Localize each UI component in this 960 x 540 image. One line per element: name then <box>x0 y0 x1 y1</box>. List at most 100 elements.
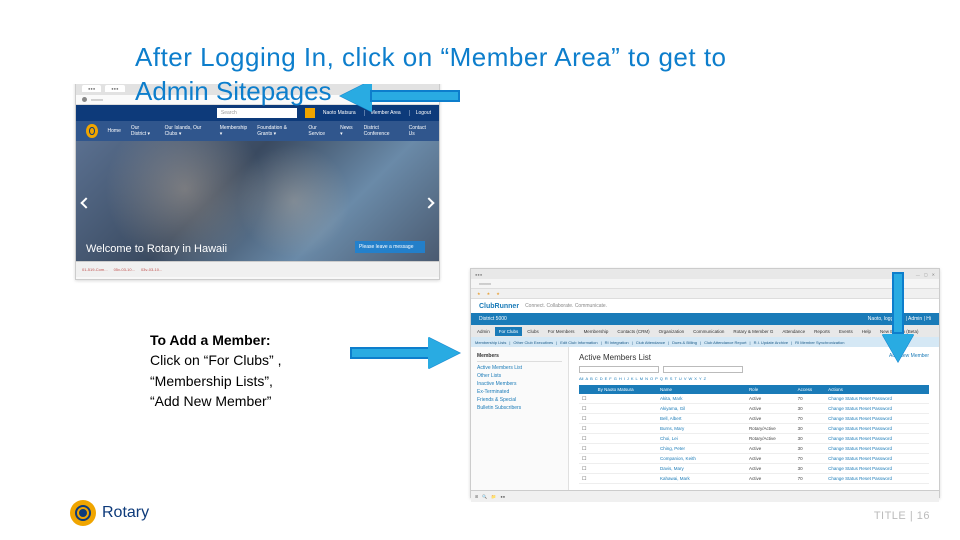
member-name[interactable]: Bell, Albert <box>657 414 719 424</box>
menu-item[interactable]: Communication <box>689 327 728 336</box>
menu-item[interactable]: Organization <box>655 327 689 336</box>
nav-item[interactable]: Our Service <box>308 125 330 137</box>
row-checkbox[interactable] <box>579 464 595 474</box>
alpha-letter[interactable]: All <box>579 376 583 381</box>
alpha-letter[interactable]: Q <box>660 376 663 381</box>
nav-item[interactable]: Foundation & Grants ▾ <box>257 125 298 137</box>
row-checkbox[interactable] <box>579 454 595 464</box>
member-name[interactable]: Kahawai, Mark <box>657 474 719 484</box>
member-name[interactable]: Akiyama, Gil <box>657 404 719 414</box>
sidebar-link[interactable]: Other Lists <box>477 373 562 379</box>
member-actions[interactable]: Change Status Reset Password <box>825 404 929 414</box>
sidebar-link[interactable]: Bulletin Subscribers <box>477 405 562 411</box>
alpha-letter[interactable]: Y <box>699 376 702 381</box>
chevron-left-icon[interactable] <box>80 197 91 208</box>
nav-item[interactable]: Contact Us <box>409 125 429 137</box>
alpha-letter[interactable]: O <box>650 376 653 381</box>
alpha-letter[interactable]: H <box>619 376 622 381</box>
alpha-letter[interactable]: W <box>688 376 692 381</box>
menu-admin[interactable]: Admin <box>473 327 494 336</box>
member-name[interactable]: Choi, Lei <box>657 434 719 444</box>
sidebar-link[interactable]: Inactive Members <box>477 381 562 387</box>
submenu-item[interactable]: Dues & Billing <box>672 340 697 345</box>
member-actions[interactable]: Change Status Reset Password <box>825 454 929 464</box>
member-actions[interactable]: Change Status Reset Password <box>825 424 929 434</box>
menu-item[interactable]: Help <box>858 327 875 336</box>
alpha-letter[interactable]: C <box>595 376 598 381</box>
row-checkbox[interactable] <box>579 404 595 414</box>
alpha-letter[interactable]: X <box>694 376 697 381</box>
alpha-letter[interactable]: L <box>636 376 638 381</box>
logout-link[interactable]: Logout <box>409 110 431 116</box>
nav-item[interactable]: District Conference <box>364 125 399 137</box>
nav-item[interactable]: Our District ▾ <box>131 125 155 137</box>
submenu-item[interactable]: Club Attendance <box>636 340 665 345</box>
submenu-item[interactable]: Club Attendance Report <box>704 340 746 345</box>
row-checkbox[interactable] <box>579 474 595 484</box>
row-checkbox[interactable] <box>579 424 595 434</box>
alpha-letter[interactable]: V <box>684 376 687 381</box>
nav-item[interactable]: Our Islands, Our Clubs ▾ <box>165 125 210 137</box>
menu-item[interactable]: Rotary & Member G <box>729 327 777 336</box>
alpha-letter[interactable]: U <box>679 376 682 381</box>
submenu-item[interactable]: Edit Club Information <box>560 340 597 345</box>
menu-item[interactable]: Clubs <box>523 327 543 336</box>
alpha-letter[interactable]: J <box>627 376 629 381</box>
member-actions[interactable]: Change Status Reset Password <box>825 434 929 444</box>
alpha-letter[interactable]: E <box>605 376 608 381</box>
search-button[interactable] <box>305 108 315 118</box>
member-actions[interactable]: Change Status Reset Password <box>825 474 929 484</box>
member-actions[interactable]: Change Status Reset Password <box>825 444 929 454</box>
search-input[interactable]: Search <box>217 108 297 118</box>
menu-for-clubs[interactable]: For Clubs <box>495 327 523 336</box>
alpha-letter[interactable]: Z <box>704 376 706 381</box>
alpha-letter[interactable]: A <box>585 376 588 381</box>
chat-widget[interactable]: Please leave a message <box>355 241 425 253</box>
alpha-letter[interactable]: I <box>624 376 625 381</box>
nav-item[interactable]: Home <box>108 128 121 134</box>
nav-item[interactable]: News ▾ <box>340 125 354 137</box>
alpha-letter[interactable]: F <box>609 376 611 381</box>
menu-item[interactable]: Reports <box>810 327 834 336</box>
submenu-item[interactable]: Membership Lists <box>475 340 506 345</box>
filter-input[interactable] <box>663 366 743 373</box>
alpha-letter[interactable]: D <box>600 376 603 381</box>
alpha-letter[interactable]: P <box>655 376 658 381</box>
alpha-letter[interactable]: G <box>614 376 617 381</box>
menu-item[interactable]: Contacts (CRM) <box>613 327 653 336</box>
menu-item[interactable]: For Members <box>544 327 579 336</box>
chevron-right-icon[interactable] <box>423 197 434 208</box>
sidebar-link[interactable]: Friends & Special <box>477 397 562 403</box>
member-actions[interactable]: Change Status Reset Password <box>825 414 929 424</box>
alpha-letter[interactable]: S <box>670 376 673 381</box>
nav-item[interactable]: Membership ▾ <box>220 125 248 137</box>
sidebar-link[interactable]: Ex-Terminated <box>477 389 562 395</box>
row-checkbox[interactable] <box>579 394 595 404</box>
member-name[interactable]: Akita, Mark <box>657 394 719 404</box>
alpha-letter[interactable]: N <box>645 376 648 381</box>
member-actions[interactable]: Change Status Reset Password <box>825 394 929 404</box>
member-name[interactable]: Companion, Keith <box>657 454 719 464</box>
menu-item[interactable]: Events <box>835 327 857 336</box>
menu-item[interactable]: Membership <box>580 327 613 336</box>
alpha-letter[interactable]: K <box>631 376 634 381</box>
menu-item[interactable]: Attendance <box>778 327 809 336</box>
alpha-letter[interactable]: R <box>665 376 668 381</box>
alpha-letter[interactable]: M <box>640 376 643 381</box>
member-name[interactable]: Burns, Mary <box>657 424 719 434</box>
row-checkbox[interactable] <box>579 414 595 424</box>
submenu-item[interactable]: R.I. Update Archive <box>754 340 788 345</box>
submenu-item[interactable]: Other Club Executives <box>513 340 553 345</box>
row-checkbox[interactable] <box>579 444 595 454</box>
filter-input[interactable] <box>579 366 659 373</box>
member-name[interactable]: Davis, Mary <box>657 464 719 474</box>
member-name[interactable]: Ching, Peter <box>657 444 719 454</box>
submenu-item[interactable]: RI Member Synchronization <box>795 340 844 345</box>
sidebar-link[interactable]: Active Members List <box>477 365 562 371</box>
member-actions[interactable]: Change Status Reset Password <box>825 464 929 474</box>
member-area-link[interactable]: Member Area <box>364 110 401 116</box>
row-checkbox[interactable] <box>579 434 595 444</box>
submenu-item[interactable]: RI Integration <box>605 340 629 345</box>
alpha-letter[interactable]: T <box>674 376 676 381</box>
alpha-letter[interactable]: B <box>590 376 593 381</box>
